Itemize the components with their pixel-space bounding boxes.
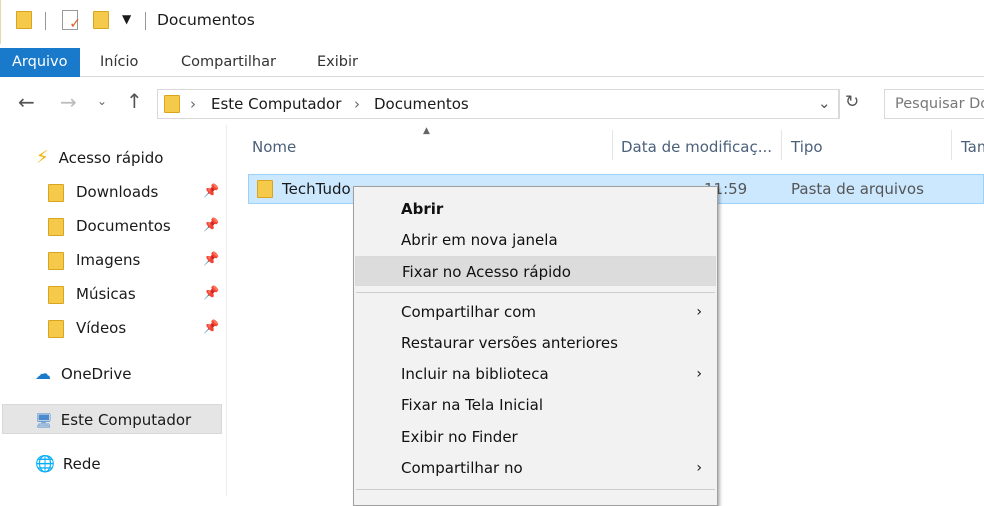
back-button[interactable]: ← <box>18 90 35 114</box>
forward-button[interactable]: → <box>60 90 77 114</box>
menu-separator <box>356 489 715 490</box>
pin-icon[interactable]: 📌 <box>203 245 219 275</box>
chevron-right-icon: › <box>190 95 196 113</box>
chevron-right-icon: › <box>696 366 702 382</box>
up-button[interactable]: ↑ <box>126 89 143 113</box>
menu-separator <box>356 292 715 293</box>
menu-item-label: Fixar no Acesso rápido <box>402 263 571 281</box>
menu-item-abrir-nova-janela[interactable]: Abrir em nova janela <box>355 225 716 255</box>
menu-item-compartilhar-com[interactable]: Compartilhar com › <box>355 297 716 327</box>
sidebar-item-musicas[interactable]: Músicas 📌 <box>48 279 228 309</box>
sidebar-item-rede[interactable]: 🌐 Rede <box>35 449 101 479</box>
sidebar-item-imagens[interactable]: Imagens 📌 <box>48 245 228 275</box>
menu-item-exibir-finder[interactable]: Exibir no Finder <box>355 422 716 452</box>
sidebar-item-label: Este Computador <box>60 411 192 429</box>
divider[interactable] <box>612 130 613 160</box>
pin-icon[interactable]: 📌 <box>203 177 219 207</box>
menu-item-fixar-acesso-rapido[interactable]: Fixar no Acesso rápido <box>355 256 716 286</box>
chevron-right-icon: › <box>696 304 702 320</box>
pin-icon[interactable]: 📌 <box>203 279 219 309</box>
pictures-folder-icon <box>48 252 64 270</box>
customize-toolbar-icon[interactable]: ▼ <box>122 12 131 26</box>
pin-icon[interactable]: 📌 <box>203 313 219 343</box>
sidebar-item-onedrive[interactable]: ☁ OneDrive <box>35 359 132 389</box>
divider <box>145 12 146 30</box>
menu-item-label: Fixar na Tela Inicial <box>401 396 544 414</box>
folder-icon <box>257 180 273 198</box>
cloud-icon: ☁ <box>35 364 51 383</box>
menu-item-compartilhar-no[interactable]: Compartilhar no › <box>355 453 716 483</box>
menu-item-label: Abrir <box>401 200 444 218</box>
column-data-modificacao[interactable]: Data de modificaç... <box>621 138 772 156</box>
menu-item-fixar-tela-inicial[interactable]: Fixar na Tela Inicial <box>355 390 716 420</box>
ribbon-tabs: Arquivo Início Compartilhar Exibir <box>0 44 984 77</box>
tab-compartilhar[interactable]: Compartilhar <box>171 48 286 77</box>
column-tamanho[interactable]: Tamanho <box>961 138 984 156</box>
recent-locations-chevron-icon[interactable]: ⌄ <box>97 94 107 108</box>
column-tipo[interactable]: Tipo <box>791 138 823 156</box>
tab-inicio[interactable]: Início <box>90 48 148 77</box>
sidebar-item-label: Músicas <box>76 285 136 303</box>
sort-ascending-icon: ▲ <box>423 126 430 136</box>
menu-item-label: Compartilhar com <box>401 303 537 321</box>
window-title: Documentos <box>157 11 255 29</box>
divider[interactable] <box>951 130 952 160</box>
title-bar: ✓ ▼ Documentos <box>0 0 984 44</box>
divider <box>838 90 839 118</box>
sidebar-item-label: Acesso rápido <box>58 149 164 167</box>
address-dropdown-icon[interactable]: ⌄ <box>818 94 831 112</box>
new-folder-icon[interactable] <box>93 11 109 29</box>
menu-item-label: Exibir no Finder <box>401 428 518 446</box>
music-folder-icon <box>48 286 64 304</box>
computer-icon: 🖥 <box>35 413 53 429</box>
menu-item-restaurar-versoes[interactable]: Restaurar versões anteriores <box>355 328 716 358</box>
sidebar-item-downloads[interactable]: Downloads 📌 <box>48 177 228 207</box>
tab-arquivo[interactable]: Arquivo <box>0 48 80 77</box>
properties-icon[interactable]: ✓ <box>62 10 81 32</box>
documents-folder-icon <box>164 95 180 113</box>
sidebar-item-documentos[interactable]: Documentos 📌 <box>48 211 228 241</box>
downloads-folder-icon <box>48 184 64 202</box>
network-icon: 🌐 <box>35 454 55 473</box>
videos-folder-icon <box>48 320 64 338</box>
sidebar-item-label: OneDrive <box>61 365 132 383</box>
tab-exibir[interactable]: Exibir <box>307 48 368 77</box>
search-input[interactable]: Pesquisar Documentos <box>884 89 984 119</box>
sidebar-item-label: Imagens <box>76 251 141 269</box>
sidebar-item-videos[interactable]: Vídeos 📌 <box>48 313 228 343</box>
divider <box>45 12 46 30</box>
breadcrumb-documentos[interactable]: Documentos <box>374 95 469 113</box>
sidebar-item-label: Rede <box>62 455 101 473</box>
menu-item-incluir-biblioteca[interactable]: Incluir na biblioteca › <box>355 359 716 389</box>
menu-item-label: Restaurar versões anteriores <box>401 334 618 352</box>
sidebar-item-label: Vídeos <box>76 319 127 337</box>
sidebar-item-acesso-rapido[interactable]: ⚡ Acesso rápido <box>36 143 163 173</box>
menu-item-label: Abrir em nova janela <box>401 231 558 249</box>
breadcrumb-este-computador[interactable]: Este Computador <box>211 95 341 113</box>
menu-item-label: Incluir na biblioteca <box>401 365 549 383</box>
divider[interactable] <box>781 130 782 160</box>
chevron-right-icon: › <box>696 460 702 476</box>
menu-item-abrir[interactable]: Abrir <box>355 194 716 224</box>
folder-properties-icon[interactable] <box>16 11 32 29</box>
column-nome[interactable]: Nome <box>252 138 296 156</box>
documents-folder-icon <box>48 218 64 236</box>
menu-item-label: Compartilhar no <box>401 459 523 477</box>
sidebar-item-label: Documentos <box>76 217 171 235</box>
address-bar[interactable]: › Este Computador › Documentos ⌄ <box>157 89 840 119</box>
context-menu: Abrir Abrir em nova janela Fixar no Aces… <box>353 186 718 506</box>
file-type: Pasta de arquivos <box>791 180 924 198</box>
sidebar-item-label: Downloads <box>76 183 159 201</box>
file-name: TechTudo <box>282 180 351 198</box>
sidebar-item-este-computador[interactable]: 🖥 Este Computador <box>2 404 222 434</box>
pin-icon[interactable]: 📌 <box>203 211 219 241</box>
refresh-icon[interactable]: ↻ <box>845 92 859 112</box>
chevron-right-icon: › <box>354 95 360 113</box>
